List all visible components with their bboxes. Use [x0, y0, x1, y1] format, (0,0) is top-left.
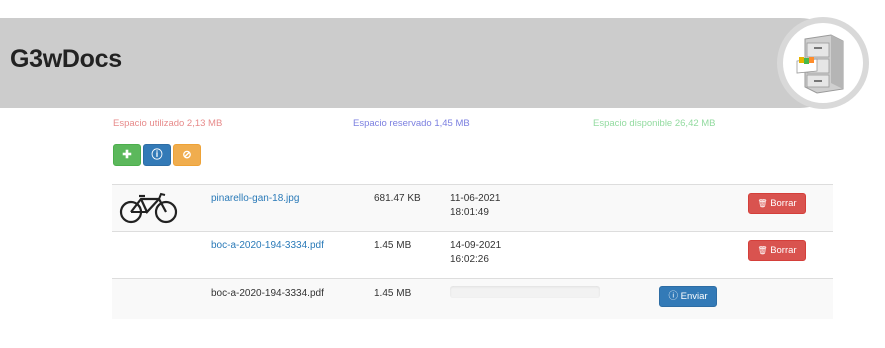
send-button[interactable]: ⓘ Enviar	[659, 286, 717, 307]
file-name-link[interactable]: pinarello-gan-18.jpg	[211, 193, 299, 204]
file-date: 14-09-2021	[450, 240, 502, 251]
ban-icon: ⊘	[182, 149, 192, 161]
delete-button[interactable]: 🗑 Borrar	[748, 240, 806, 261]
cancel-all-button[interactable]: ⊘	[173, 144, 201, 166]
file-size: 681.47 KB	[374, 193, 421, 204]
file-time: 16:02:26	[450, 254, 489, 265]
upload-file-name: boc-a-2020-194-3334.pdf	[211, 288, 324, 299]
file-table: pinarello-gan-18.jpg 681.47 KB 11-06-202…	[112, 184, 833, 319]
file-date: 11-06-2021	[450, 193, 501, 204]
plus-icon: ✚	[122, 149, 132, 161]
upload-row: boc-a-2020-194-3334.pdf 1.45 MB ⓘ Enviar	[112, 278, 833, 319]
upload-all-button[interactable]: ⓘ	[143, 144, 171, 166]
file-time: 18:01:49	[450, 207, 489, 218]
table-row: pinarello-gan-18.jpg 681.47 KB 11-06-202…	[112, 184, 833, 231]
file-name-link[interactable]: boc-a-2020-194-3334.pdf	[211, 240, 324, 251]
send-button-label: Enviar	[680, 291, 708, 302]
bicycle-thumbnail	[119, 192, 178, 224]
trash-icon: 🗑	[757, 246, 768, 255]
info-circle-icon: ⓘ	[668, 291, 678, 302]
table-row: boc-a-2020-194-3334.pdf 1.45 MB 14-09-20…	[112, 231, 833, 278]
delete-button[interactable]: 🗑 Borrar	[748, 193, 806, 214]
upload-progress-bar	[450, 286, 600, 298]
file-cabinet-icon	[796, 34, 844, 94]
app-title: G3wDocs	[10, 45, 122, 73]
space-available: Espacio disponible 26,42 MB	[593, 118, 716, 129]
logo	[777, 17, 869, 109]
add-file-button[interactable]: ✚	[113, 144, 141, 166]
info-circle-icon: ⓘ	[151, 149, 163, 161]
space-reserved: Espacio reservado 1,45 MB	[353, 118, 470, 129]
file-size: 1.45 MB	[374, 240, 412, 251]
delete-button-label: Borrar	[770, 245, 797, 256]
upload-file-size: 1.45 MB	[374, 288, 412, 299]
header: G3wDocs	[0, 17, 885, 109]
header-bar	[0, 18, 845, 108]
space-used: Espacio utilizado 2,13 MB	[113, 118, 223, 129]
delete-button-label: Borrar	[770, 198, 797, 209]
trash-icon: 🗑	[757, 199, 768, 208]
